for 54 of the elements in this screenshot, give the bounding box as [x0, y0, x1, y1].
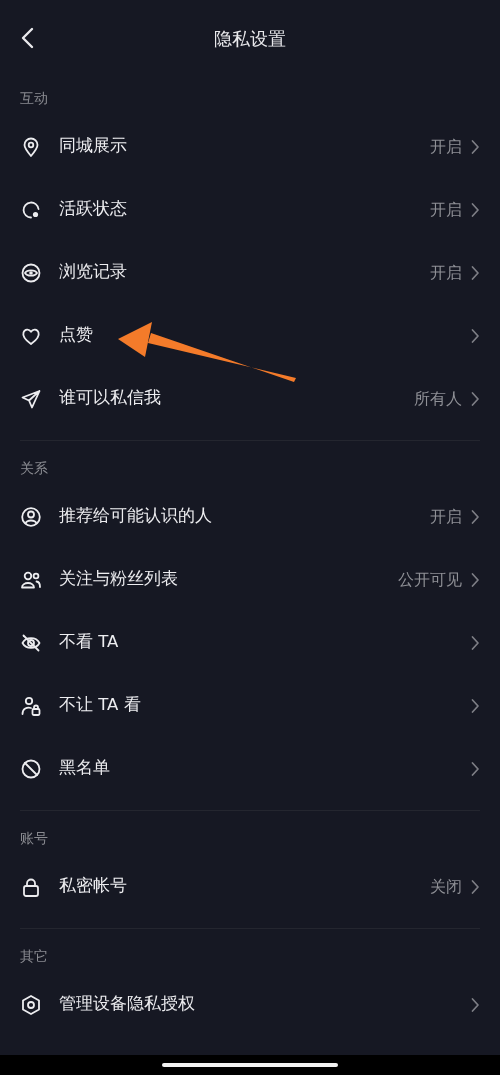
section-label: 互动 — [20, 90, 48, 106]
hexagon-settings-icon — [20, 993, 42, 1016]
section-label: 关系 — [20, 460, 48, 476]
setting-label: 不让 TA 看 — [59, 695, 141, 715]
settings-row[interactable]: 管理设备隐私授权 — [0, 973, 500, 1036]
setting-label: 同城展示 — [59, 136, 127, 156]
chevron-icon — [470, 697, 480, 714]
block-icon — [20, 757, 42, 780]
send-icon — [20, 387, 42, 410]
setting-label: 不看 TA — [59, 632, 119, 652]
chevron-icon — [470, 878, 480, 895]
chevron-icon — [470, 201, 480, 218]
chevron-icon — [470, 508, 480, 525]
chevron-icon — [470, 264, 480, 281]
chevron-icon — [470, 996, 480, 1013]
setting-value: 开启 — [430, 135, 462, 158]
chevron-icon — [470, 634, 480, 651]
settings-row[interactable]: 黑名单 — [0, 737, 500, 800]
settings-row[interactable]: 点赞 — [0, 304, 500, 367]
chevron-icon — [470, 571, 480, 588]
setting-label: 活跃状态 — [59, 199, 127, 219]
chevron-icon — [470, 390, 480, 407]
chevron-icon — [470, 327, 480, 344]
setting-label: 推荐给可能认识的人 — [59, 506, 212, 526]
setting-label: 私密帐号 — [59, 876, 127, 896]
setting-value: 开启 — [430, 198, 462, 221]
user-lock-icon — [20, 694, 42, 717]
setting-value: 公开可见 — [398, 568, 462, 591]
settings-row[interactable]: 私密帐号 关闭 — [0, 855, 500, 918]
setting-label: 管理设备隐私授权 — [59, 994, 195, 1014]
settings-row[interactable]: 不看 TA — [0, 611, 500, 674]
setting-value: 开启 — [430, 505, 462, 528]
eye-icon — [20, 261, 42, 284]
section-label: 账号 — [20, 830, 48, 846]
setting-label: 关注与粉丝列表 — [59, 569, 178, 589]
setting-label: 点赞 — [59, 325, 93, 345]
settings-row[interactable]: 谁可以私信我 所有人 — [0, 367, 500, 430]
setting-label: 谁可以私信我 — [59, 388, 161, 408]
page-title: 隐私设置 — [214, 26, 286, 51]
settings-row[interactable]: 关注与粉丝列表 公开可见 — [0, 548, 500, 611]
settings-row[interactable]: 活跃状态 开启 — [0, 178, 500, 241]
chevron-icon — [470, 138, 480, 155]
setting-label: 黑名单 — [59, 758, 110, 778]
settings-row[interactable]: 浏览记录 开启 — [0, 241, 500, 304]
section-label: 其它 — [20, 948, 48, 964]
settings-row[interactable]: 推荐给可能认识的人 开启 — [0, 485, 500, 548]
setting-label: 浏览记录 — [59, 262, 127, 282]
user-circle-icon — [20, 505, 42, 528]
setting-value: 所有人 — [414, 387, 462, 410]
chevron-icon — [470, 760, 480, 777]
setting-value: 关闭 — [430, 875, 462, 898]
setting-value: 开启 — [430, 261, 462, 284]
settings-row[interactable]: 不让 TA 看 — [0, 674, 500, 737]
settings-row[interactable]: 同城展示 开启 — [0, 115, 500, 178]
